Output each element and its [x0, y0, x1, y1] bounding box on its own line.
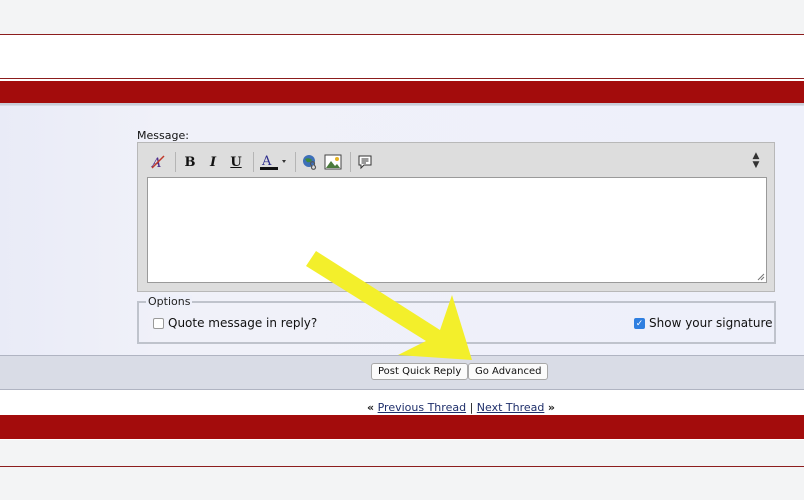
post-quick-reply-button[interactable]: Post Quick Reply	[371, 363, 469, 380]
message-textarea[interactable]	[147, 177, 767, 283]
bottom-area	[0, 467, 804, 500]
resize-grip-icon[interactable]	[757, 273, 765, 281]
toolbar-separator	[295, 152, 296, 172]
underline-icon[interactable]: U	[226, 152, 246, 172]
svg-text:A: A	[261, 154, 272, 169]
quote-label: Quote message in reply?	[168, 316, 318, 330]
font-color-icon[interactable]: A	[258, 152, 288, 172]
remove-format-icon: A	[151, 155, 165, 170]
resize-toggle-icon[interactable]: ▲ ▼	[750, 152, 762, 172]
thread-navigation: « Previous Thread | Next Thread »	[367, 401, 555, 414]
bold-icon[interactable]: B	[180, 152, 200, 172]
nav-separator: |	[469, 401, 474, 414]
bottom-band	[0, 440, 804, 467]
editor-toolbar: A B I U A	[148, 150, 378, 174]
italic-icon[interactable]: I	[203, 152, 223, 172]
toolbar-separator	[175, 152, 176, 172]
insert-image-icon[interactable]	[323, 152, 343, 172]
footer-header-bar	[0, 415, 804, 439]
header-spacer	[0, 35, 804, 79]
quote-checkbox[interactable]	[153, 318, 164, 329]
go-advanced-button[interactable]: Go Advanced	[468, 363, 549, 380]
quote-icon	[358, 155, 372, 170]
quote-icon[interactable]	[355, 152, 375, 172]
remove-format-icon[interactable]: A	[148, 152, 168, 172]
toolbar-separator	[350, 152, 351, 172]
previous-thread-link[interactable]: Previous Thread	[378, 401, 466, 414]
section-header-bar	[0, 81, 804, 105]
message-label: Message:	[137, 129, 189, 142]
insert-link-icon[interactable]	[300, 152, 320, 172]
font-color-icon: A	[260, 154, 286, 170]
next-arrows: »	[547, 401, 555, 414]
options-legend: Options	[146, 295, 193, 308]
signature-checkbox[interactable]: ✓	[634, 318, 645, 329]
insert-link-icon	[303, 155, 317, 170]
toolbar-separator	[253, 152, 254, 172]
prev-arrows: «	[367, 401, 375, 414]
insert-image-icon	[324, 154, 342, 170]
top-band	[0, 0, 804, 35]
next-thread-link[interactable]: Next Thread	[477, 401, 545, 414]
signature-label: Show your signature	[649, 316, 773, 330]
